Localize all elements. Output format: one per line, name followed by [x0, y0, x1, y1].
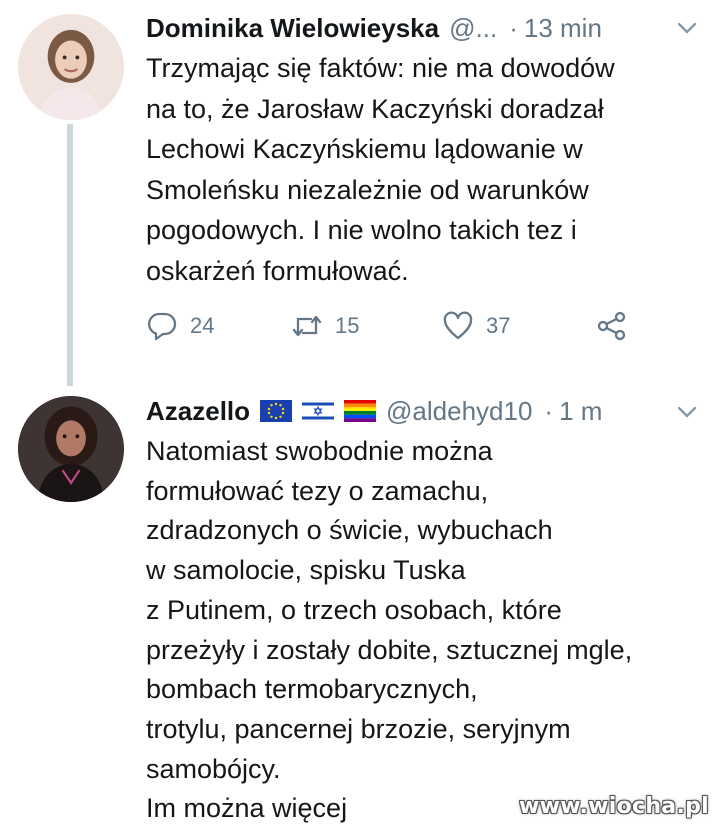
retweet-count: 15 — [335, 313, 360, 338]
chevron-down-icon[interactable] — [675, 18, 699, 38]
tweet-text: Natomiast swobodnie można formułować tez… — [146, 432, 706, 829]
author-name[interactable]: Dominika Wielowieyska — [146, 13, 439, 44]
author-handle[interactable]: @aldehyd10 — [386, 396, 532, 427]
avatar-azazello[interactable] — [18, 396, 124, 502]
tweet-text-line: trotylu, pancernej brzozie, seryjnym — [146, 713, 571, 744]
israel-flag-icon — [302, 400, 335, 422]
separator-dot: · — [509, 12, 518, 43]
share-icon — [596, 310, 628, 342]
chevron-down-icon[interactable] — [675, 402, 699, 422]
tweet-text-line: na to, że Jarosław Kaczyński doradzał — [146, 93, 604, 124]
tweet-text-line: oskarżeń formułować. — [146, 255, 409, 286]
reply-button[interactable]: 24 — [146, 308, 214, 344]
timestamp[interactable]: 1 m — [559, 396, 602, 427]
tweet-2[interactable]: Azazello @aldehyd10 · 1 m Natomiast swob… — [0, 380, 721, 835]
author-handle[interactable]: @... — [449, 13, 497, 44]
retweet-button[interactable]: 15 — [291, 308, 359, 344]
reply-count: 24 — [190, 313, 215, 338]
tweet-1[interactable]: Dominika Wielowieyska @... · 13 min Trzy… — [0, 0, 721, 386]
tweet-text-line: pogodowych. I nie wolno takich tez i — [146, 215, 577, 245]
tweet-text-line: Trzymając się faktów: nie ma dowodów — [146, 53, 615, 83]
tweet-text-line: z Putinem, o trzech osobach, które — [146, 594, 562, 625]
rainbow-flag-icon — [344, 400, 377, 422]
tweet-text-line: samobójcy. — [146, 753, 281, 784]
tweet-text-line: bombach termobarycznych, — [146, 674, 478, 705]
separator-dot: · — [544, 395, 554, 426]
retweet-icon — [291, 310, 323, 342]
author-name[interactable]: Azazello — [146, 396, 250, 427]
tweet-header: Dominika Wielowieyska @... · 13 min — [146, 10, 602, 46]
thread-line — [67, 124, 73, 386]
share-button[interactable] — [596, 308, 628, 344]
timestamp[interactable]: 13 min — [524, 13, 602, 44]
avatar-dominika[interactable] — [18, 14, 124, 120]
tweet-text-line: w samolocie, spisku Tuska — [146, 555, 466, 586]
tweet-text-line: przeżyły i zostały dobite, sztucznej mgl… — [146, 634, 633, 665]
like-count: 37 — [486, 313, 511, 338]
eu-flag-icon — [260, 400, 293, 422]
tweet-text-line: Lechowi Kaczyńskiemu lądowanie w — [146, 134, 583, 164]
tweet-text-line: Natomiast swobodnie można — [146, 436, 493, 466]
tweet-text-line: zdradzonych o świcie, wybuchach — [146, 515, 553, 546]
tweet-actions: 24 15 37 — [146, 308, 646, 344]
tweet-text-line: formułować tezy o zamachu, — [146, 475, 489, 506]
watermark: www.wiocha.pl — [519, 794, 709, 819]
tweet-header: Azazello @aldehyd10 · 1 m — [146, 393, 602, 429]
tweet-text-line: Smoleńsku niezależnie od warunków — [146, 174, 589, 205]
like-button[interactable]: 37 — [442, 308, 510, 344]
tweet-text: Trzymając się faktów: nie ma dowodów na … — [146, 48, 706, 291]
heart-icon — [442, 310, 474, 342]
reply-icon — [146, 310, 178, 342]
